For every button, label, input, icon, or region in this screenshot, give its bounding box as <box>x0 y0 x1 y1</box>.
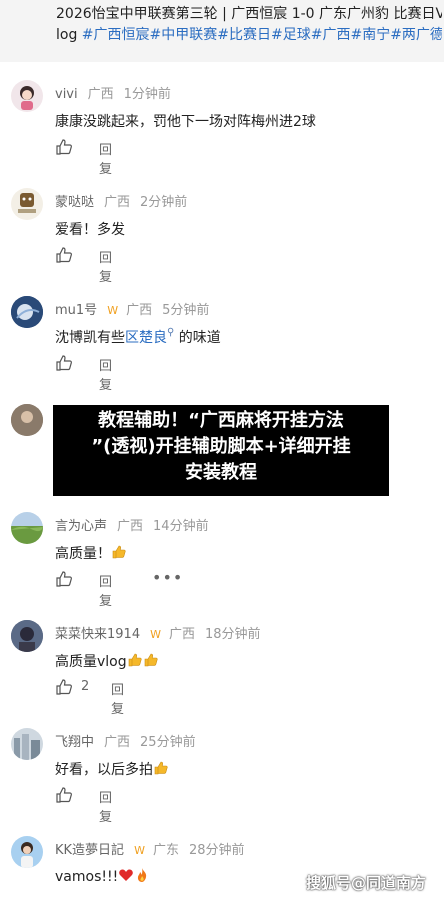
comment-meta: 言为心声 广西 14分钟前 <box>55 515 209 534</box>
avatar[interactable] <box>11 80 43 112</box>
region: 广西 <box>87 87 114 102</box>
post-line-1: 2026怡宝中甲联赛第三轮 | 广西恒宸 1-0 广东广州豹 比赛日V <box>56 6 442 22</box>
timestamp: 14分钟前 <box>153 519 209 534</box>
hashtag-link[interactable]: #广西恒宸 <box>82 27 150 43</box>
verified-badge-icon: W <box>107 304 119 317</box>
comment-text: 高质量！ <box>55 543 127 564</box>
region: 广西 <box>126 303 153 318</box>
fire-emoji <box>134 867 150 887</box>
timestamp: 25分钟前 <box>140 735 196 750</box>
thumbs-up-icon[interactable] <box>55 354 75 374</box>
hashtag-link[interactable]: #广西 <box>311 27 351 43</box>
region: 广西 <box>104 735 131 750</box>
thumbs-up-icon[interactable] <box>55 570 75 590</box>
comment-meta: 蒙哒哒 广西 2分钟前 <box>55 191 187 210</box>
more-dots-icon[interactable]: ••• <box>152 568 183 587</box>
heart-emoji <box>118 867 134 887</box>
overlay-line-1: 教程辅助！“广西麻将开挂方法 <box>98 410 344 431</box>
comment-text-body: 好看，以后多拍 <box>55 762 153 778</box>
comment-meta: 菜菜快来1914 W 广西 18分钟前 <box>55 623 261 642</box>
comment-text-body: vamos!!! <box>55 869 119 885</box>
overlay-banner[interactable]: 教程辅助！“广西麻将开挂方法 ”(透视)开挂辅助脚本+详细开挂 安装教程 <box>53 405 389 496</box>
overlay-line-3: 安装教程 <box>185 462 257 483</box>
comment-text-body: 高质量vlog <box>55 654 127 670</box>
avatar[interactable] <box>11 512 43 544</box>
hashtag-link[interactable]: #比赛日 <box>217 27 271 43</box>
avatar[interactable] <box>11 728 43 760</box>
username[interactable]: vivi <box>55 87 78 102</box>
overlay-line-2: ”(透视)开挂辅助脚本+详细开挂 <box>91 436 351 457</box>
thumbs-up-emoji <box>143 652 159 672</box>
reply-button[interactable]: 回复 <box>99 247 112 285</box>
comment-meta: KK造夢日記 W 广东 28分钟前 <box>55 839 245 858</box>
comment-text-suffix: 的味道 <box>174 330 221 346</box>
username[interactable]: 飞翔中 <box>55 735 94 750</box>
post-description: 2026怡宝中甲联赛第三轮 | 广西恒宸 1-0 广东广州豹 比赛日V log … <box>0 0 444 62</box>
keyword-link[interactable]: 区楚良 <box>125 330 167 346</box>
username[interactable]: 蒙哒哒 <box>55 195 94 210</box>
avatar[interactable] <box>11 836 43 868</box>
hashtag-link[interactable]: #中甲联赛 <box>150 27 218 43</box>
comment-meta: vivi 广西 1分钟前 <box>55 83 171 102</box>
comment-text: 爱看！多发 <box>55 222 125 238</box>
avatar[interactable] <box>11 296 43 328</box>
avatar[interactable] <box>11 404 43 436</box>
username[interactable]: 言为心声 <box>55 519 107 534</box>
region: 广西 <box>104 195 131 210</box>
comment-text-body: 高质量！ <box>55 546 111 562</box>
username[interactable]: 菜菜快来1914 <box>55 627 140 642</box>
timestamp: 18分钟前 <box>205 627 261 642</box>
post-line-2-prefix: log <box>56 27 82 43</box>
hashtag-link[interactable]: #南宁 <box>350 27 390 43</box>
reply-button[interactable]: 回复 <box>99 139 112 177</box>
thumbs-up-icon[interactable] <box>55 138 75 158</box>
comment-text: 康康没跳起来，罚他下一场对阵梅州进2球 <box>55 114 316 130</box>
comment-text: 好看，以后多拍 <box>55 759 169 780</box>
username[interactable]: mu1号 <box>55 303 97 318</box>
post-text: 2026怡宝中甲联赛第三轮 | 广西恒宸 1-0 广东广州豹 比赛日V log … <box>56 4 442 46</box>
watermark: 搜狐号@同道南方 <box>306 874 427 892</box>
comment-meta: 飞翔中 广西 25分钟前 <box>55 731 196 750</box>
post-line-2: log #广西恒宸#中甲联赛#比赛日#足球#广西#南宁#两广德比 <box>56 25 442 46</box>
comment-text-prefix: 沈博凯有些 <box>55 330 125 346</box>
comment-text: vamos!!! <box>55 867 150 887</box>
thumbs-up-icon[interactable] <box>55 786 75 806</box>
verified-badge-icon: W <box>134 844 145 857</box>
region: 广西 <box>168 627 195 642</box>
comment-meta: mu1号 W 广西 5分钟前 <box>55 299 209 318</box>
comment-text: 沈博凯有些区楚良⚲ 的味道 <box>55 327 221 347</box>
comment-text: 高质量vlog <box>55 651 159 672</box>
avatar[interactable] <box>11 620 43 652</box>
timestamp: 1分钟前 <box>123 87 171 102</box>
reply-button[interactable]: 回复 <box>99 571 112 609</box>
verified-badge-icon: W <box>150 628 161 641</box>
reply-button[interactable]: 回复 <box>99 355 112 393</box>
hashtag-link[interactable]: #两广德比 <box>390 27 442 43</box>
username[interactable]: KK造夢日記 <box>55 843 124 858</box>
timestamp: 5分钟前 <box>162 303 210 318</box>
avatar[interactable] <box>11 188 43 220</box>
thumbs-up-icon[interactable] <box>55 246 75 266</box>
region: 广西 <box>117 519 144 534</box>
region: 广东 <box>152 843 179 858</box>
timestamp: 2分钟前 <box>140 195 188 210</box>
thumbs-up-emoji <box>111 544 127 564</box>
hashtag-link[interactable]: #足球 <box>271 27 311 43</box>
timestamp: 28分钟前 <box>188 843 245 858</box>
thumbs-up-icon[interactable] <box>55 678 75 698</box>
thumbs-up-emoji <box>153 760 169 780</box>
reply-button[interactable]: 回复 <box>111 679 124 717</box>
thumbs-up-emoji <box>127 652 143 672</box>
reply-button[interactable]: 回复 <box>99 787 112 825</box>
like-count: 2 <box>81 679 90 694</box>
